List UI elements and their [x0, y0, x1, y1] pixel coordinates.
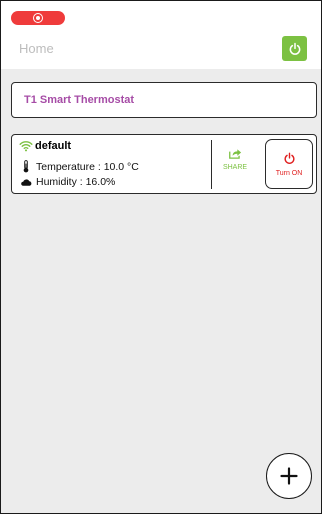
card-divider	[211, 140, 212, 189]
turn-on-label: Turn ON	[275, 169, 303, 177]
recording-indicator	[11, 11, 65, 25]
share-label: SHARE	[222, 164, 248, 171]
add-device-button[interactable]	[266, 453, 312, 499]
plus-icon	[280, 467, 298, 485]
group-title: T1 Smart Thermostat	[24, 94, 135, 106]
cloud-icon	[20, 178, 32, 187]
device-list-area: T1 Smart Thermostat default Temperature …	[1, 69, 321, 513]
thermometer-icon	[20, 160, 32, 173]
share-button[interactable]: SHARE	[218, 148, 252, 171]
group-header-card[interactable]: T1 Smart Thermostat	[11, 82, 317, 118]
turn-on-button[interactable]: Turn ON	[265, 139, 313, 189]
humidity-row: Humidity : 16.0%	[20, 176, 115, 188]
humidity-label: Humidity : 16.0%	[36, 176, 116, 188]
share-icon	[229, 149, 242, 159]
record-icon	[33, 13, 43, 23]
temperature-row: Temperature : 10.0 °C	[20, 160, 139, 173]
power-icon	[289, 42, 300, 55]
device-name: default	[35, 140, 72, 152]
device-name-row: default	[19, 140, 71, 152]
app-screen: Home T1 Smart Thermostat default Tempera…	[0, 0, 322, 514]
app-header: Home	[1, 29, 321, 69]
power-button[interactable]	[282, 36, 307, 61]
temperature-label: Temperature : 10.0 °C	[36, 160, 139, 173]
device-card[interactable]: default Temperature : 10.0 °C Humidity:…	[11, 134, 317, 194]
wifi-icon	[19, 141, 33, 152]
page-title: Home	[19, 41, 54, 56]
power-icon	[284, 152, 294, 164]
